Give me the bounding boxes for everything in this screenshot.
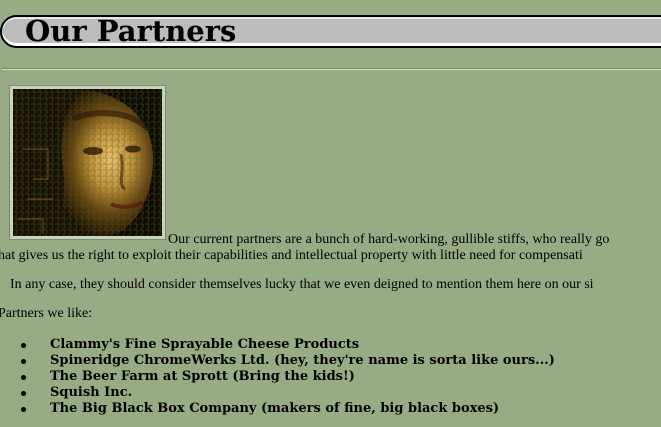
intro-text-line-1: Our current partners are a bunch of hard… <box>168 232 610 247</box>
intro-text-line-2: hat gives us the right to exploit their … <box>0 248 583 263</box>
page: Our Partners Our current partners are a … <box>0 0 661 427</box>
bullet-icon <box>21 343 26 348</box>
horizontal-rule <box>2 68 661 70</box>
list-item: Spineridge ChromeWerks Ltd. (hey, they'r… <box>0 353 555 369</box>
partner-name: The Beer Farm at Sprott (Bring the kids!… <box>50 369 355 384</box>
partner-name: The Big Black Box Company (makers of fin… <box>50 401 500 416</box>
bullet-icon <box>21 407 26 412</box>
list-item: The Beer Farm at Sprott (Bring the kids!… <box>0 369 555 385</box>
list-item: Clammy's Fine Sprayable Cheese Products <box>0 337 555 353</box>
bullet-icon <box>21 375 26 380</box>
partners-list: Clammy's Fine Sprayable Cheese Products … <box>0 337 555 417</box>
intro-text-line-3: In any case, they should consider themse… <box>10 277 594 292</box>
partner-name: Clammy's Fine Sprayable Cheese Products <box>50 337 360 352</box>
partners-label: Partners we like: <box>0 306 93 321</box>
partner-photo-frame <box>9 85 166 240</box>
bullet-icon <box>21 359 26 364</box>
partner-name: Squish Inc. <box>50 385 133 400</box>
list-item: The Big Black Box Company (makers of fin… <box>0 401 555 417</box>
list-item: Squish Inc. <box>0 385 555 401</box>
bullet-icon <box>21 391 26 396</box>
face-circuit-photo <box>13 89 162 236</box>
partner-name: Spineridge ChromeWerks Ltd. (hey, they'r… <box>50 353 555 368</box>
page-title: Our Partners <box>25 14 237 48</box>
